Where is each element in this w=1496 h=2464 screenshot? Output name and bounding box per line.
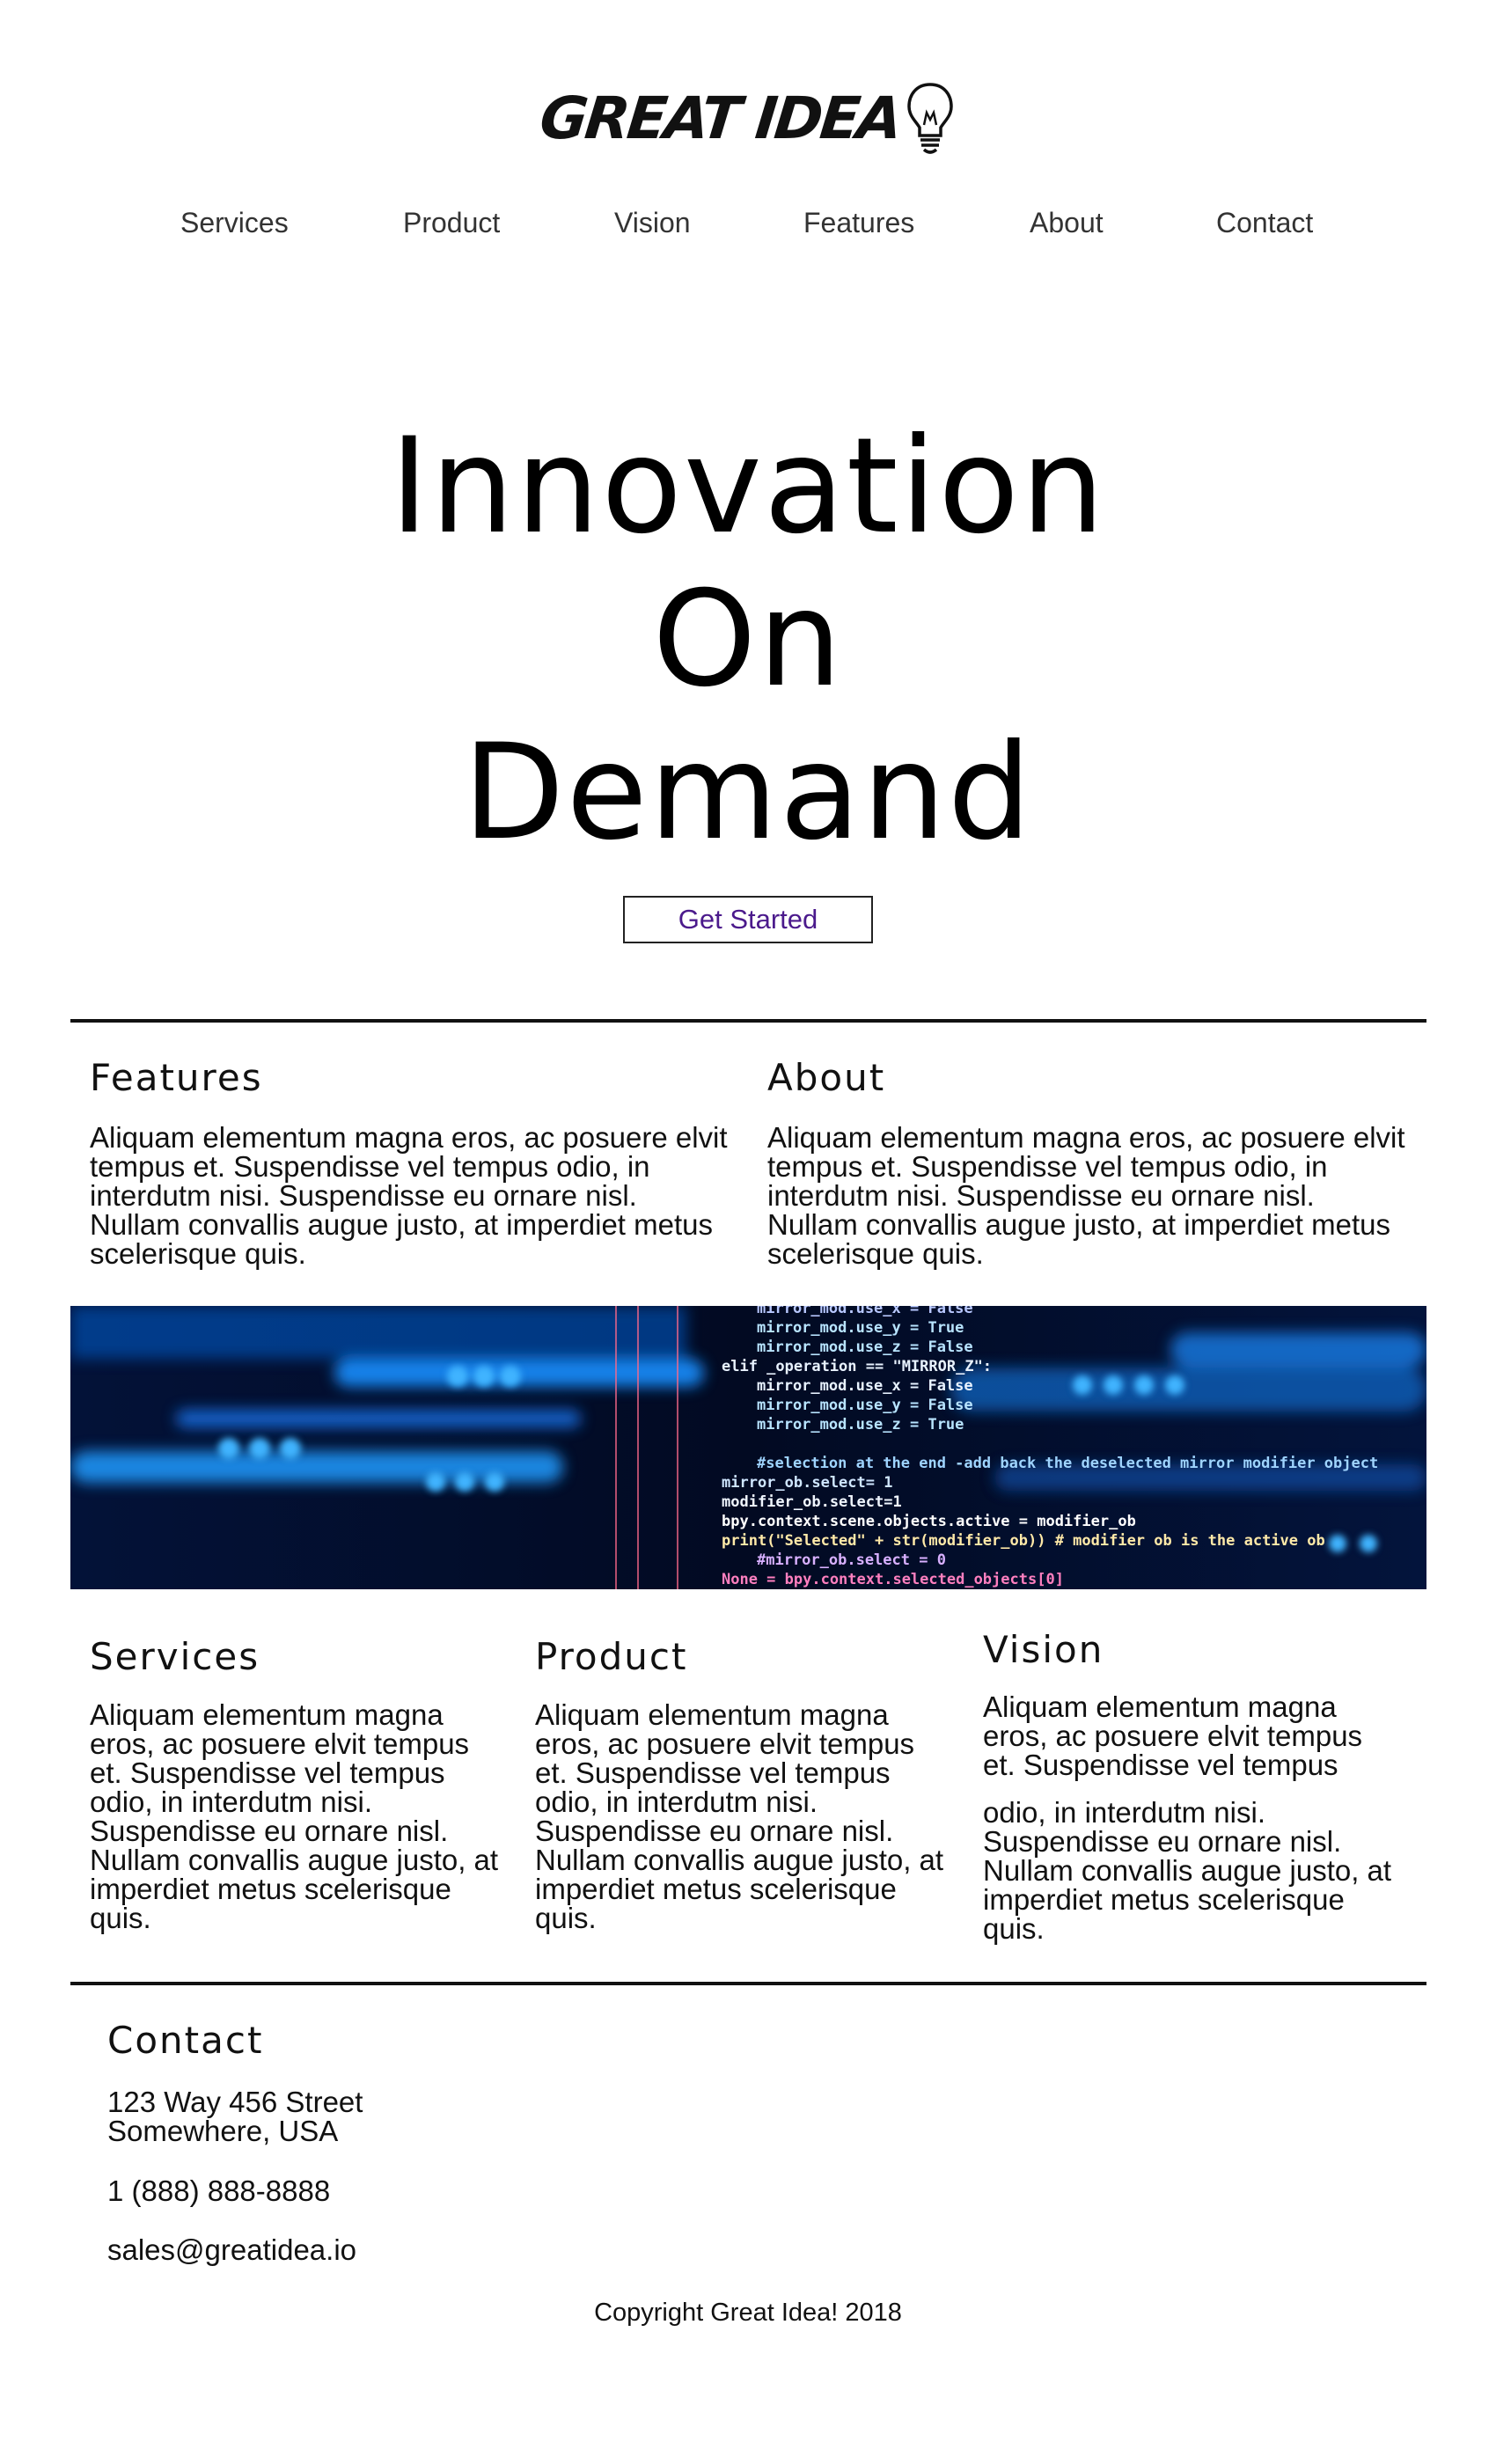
get-started-button[interactable]: Get Started xyxy=(623,896,873,943)
banner-code-line: #mirror_ob.select = 0 xyxy=(757,1551,946,1569)
code-banner-image: mirror_mod.use_x = False mirror_mod.use_y… xyxy=(70,1306,1426,1589)
banner-code-line: mirror_mod.use_x = False xyxy=(757,1306,973,1317)
hero-headline-line-1: Innovation xyxy=(389,410,1107,563)
banner-code-line: modifier_ob.select=1 xyxy=(722,1493,902,1511)
banner-code-line: mirror_mod.use_y = False xyxy=(757,1397,973,1414)
product-heading: Product xyxy=(535,1635,688,1678)
address-line-1: 123 Way 456 Street xyxy=(107,2086,363,2118)
features-heading: Features xyxy=(90,1056,263,1099)
nav-item-contact[interactable]: Contact xyxy=(1216,207,1313,239)
main-nav: Services Product Vision Features About C… xyxy=(0,207,1496,251)
site-logo[interactable]: GREAT IDEA xyxy=(0,81,1496,155)
nav-item-vision[interactable]: Vision xyxy=(614,207,691,239)
logo-text: GREAT IDEA xyxy=(536,84,904,152)
banner-code-line: bpy.context.scene.objects.active = modif… xyxy=(722,1513,1136,1530)
contact-heading: Contact xyxy=(107,2019,264,2062)
lightbulb-icon xyxy=(907,83,953,154)
nav-item-services[interactable]: Services xyxy=(180,207,289,239)
nav-item-about[interactable]: About xyxy=(1030,207,1104,239)
vision-heading: Vision xyxy=(983,1628,1104,1671)
email-link[interactable]: sales@greatidea.io xyxy=(107,2235,356,2264)
services-heading: Services xyxy=(90,1635,260,1678)
hero-headline-line-3: Demand xyxy=(462,716,1034,869)
banner-code-line: mirror_ob.select= 1 xyxy=(722,1474,892,1492)
product-text: Aliquam elementum magna eros, ac posuere… xyxy=(535,1698,944,1934)
address-line-2: Somewhere, USA xyxy=(107,2115,339,2147)
nav-item-features[interactable]: Features xyxy=(803,207,914,239)
banner-code-line: mirror_mod.use_z = True xyxy=(757,1416,964,1434)
vision-text-part-1: Aliquam elementum magna eros, ac posuere… xyxy=(983,1690,1363,1781)
copyright-text: Copyright Great Idea! 2018 xyxy=(594,2299,902,2327)
divider xyxy=(70,1019,1426,1023)
divider xyxy=(70,1982,1426,1985)
vision-text-part-2: odio, in interdutm nisi. Suspendisse eu … xyxy=(983,1796,1392,1945)
banner-code-line: #selection at the end -add back the dese… xyxy=(757,1455,1378,1472)
about-text: Aliquam elementum magna eros, ac posuere… xyxy=(767,1121,1405,1270)
banner-code-line: mirror_mod.use_x = False xyxy=(757,1377,973,1395)
banner-code-line: None = bpy.context.selected_objects[0] xyxy=(722,1571,1064,1588)
phone-number[interactable]: 1 (888) 888-8888 xyxy=(107,2176,330,2205)
features-text: Aliquam elementum magna eros, ac posuere… xyxy=(90,1121,728,1270)
banner-code-line: elif _operation == "MIRROR_Z": xyxy=(722,1358,992,1375)
services-text: Aliquam elementum magna eros, ac posuere… xyxy=(90,1698,499,1934)
about-heading: About xyxy=(767,1056,886,1099)
banner-code-line: mirror_mod.use_y = True xyxy=(757,1319,964,1337)
banner-code-line: print("Selected" + str(modifier_ob)) # m… xyxy=(722,1532,1325,1550)
banner-code-line: mirror_mod.use_z = False xyxy=(757,1338,973,1356)
hero-headline-line-2: On xyxy=(652,563,844,716)
nav-item-product[interactable]: Product xyxy=(403,207,500,239)
